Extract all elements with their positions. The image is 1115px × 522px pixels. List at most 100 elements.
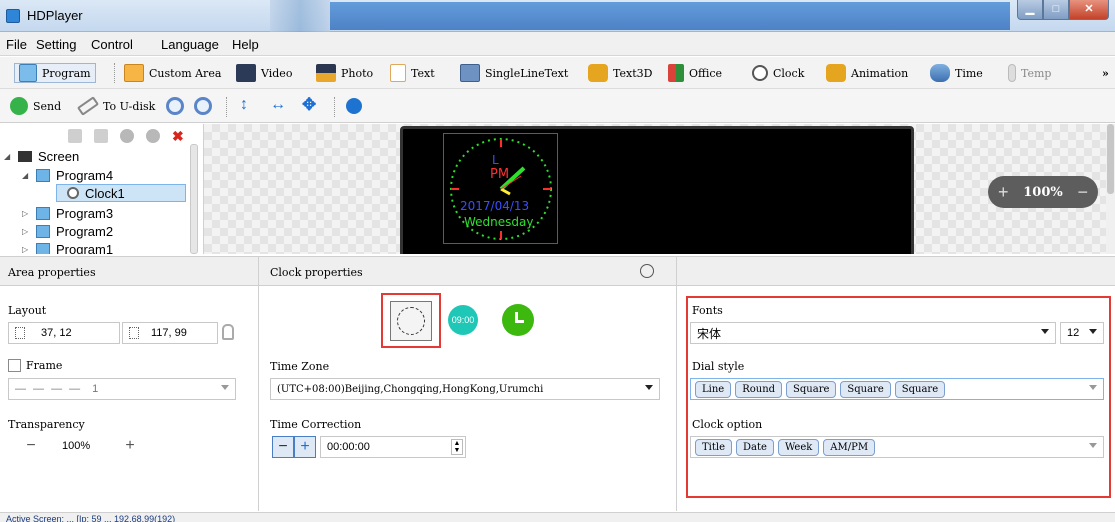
tree-item-program2[interactable]: ▷ Program2 [22,222,113,240]
dial-style-tag[interactable]: Square [894,380,946,398]
copy-icon[interactable] [68,129,82,143]
animation-icon [826,64,846,82]
program-tree: ✖ ◢ Screen ◢ Program4 Clock1 ▷ Program3 … [0,124,204,254]
send-button[interactable]: Send [10,96,61,116]
size-field[interactable]: 117, 99 [122,322,218,344]
to-udisk-button[interactable]: To U-disk [76,96,155,116]
time-correction-plus-button[interactable]: + [294,436,316,458]
video-button[interactable]: Video [236,63,292,83]
program-button[interactable]: Program [14,63,96,83]
more-tools-button[interactable]: » [1102,63,1109,83]
thermometer-icon [1008,64,1016,82]
fit-width-icon[interactable]: ↔ [270,96,286,114]
single-line-text-icon [460,64,480,82]
animation-button[interactable]: Animation [826,63,908,83]
size-icon [129,327,139,339]
clock-settings-icon[interactable] [640,264,654,278]
transparency-increase-button[interactable]: + [119,436,141,458]
clock-option-tag[interactable]: Date [736,438,774,456]
dial-style-dropdown[interactable]: Line Round Square Square Square [690,378,1104,400]
position-field[interactable]: 37, 12 [8,322,120,344]
zoom-in-icon[interactable] [166,97,184,115]
clock-area[interactable]: L PM 2017/04/13 Wednesday [443,133,558,244]
tree-item-program1[interactable]: ▷ Program1 [22,240,113,254]
dial-style-tag[interactable]: Square [786,380,837,398]
screen-icon [18,150,32,162]
fit-height-icon[interactable]: ↕ [240,96,248,114]
maximize-button[interactable]: □ [1043,0,1069,20]
move-down-icon[interactable] [146,129,160,143]
office-button[interactable]: Office [668,63,722,83]
dial-style-tag[interactable]: Line [695,380,732,398]
zoom-out-icon[interactable] [194,97,212,115]
font-dropdown[interactable]: 宋体 [690,322,1056,344]
move-up-icon[interactable] [120,129,134,143]
toolbar-separator [114,63,115,83]
move-icon[interactable]: ✥ [302,95,316,115]
clock-option-tag[interactable]: Title [695,438,733,456]
close-button[interactable]: ✕ [1069,0,1109,20]
clock-button[interactable]: Clock [752,63,804,83]
led-screen-preview[interactable]: L PM 2017/04/13 Wednesday [400,126,914,254]
temp-button[interactable]: Temp [1008,63,1051,83]
minimize-button[interactable]: ▁ [1017,0,1043,20]
dropdown-arrow-icon [1041,329,1049,334]
clock-option-tag[interactable]: Week [777,438,820,456]
paste-icon[interactable] [94,129,108,143]
time-correction-input[interactable]: 00:00:00 ▲ ▼ [320,436,466,458]
time-correction-label: Time Correction [270,418,362,431]
frame-checkbox[interactable] [8,359,21,372]
clock-icon [752,65,768,81]
panel-divider [676,256,677,511]
tree-item-program3[interactable]: ▷ Program3 [22,204,113,222]
font-size-dropdown[interactable]: 12 [1060,322,1104,344]
scrollbar-thumb[interactable] [1107,124,1114,194]
photo-button[interactable]: Photo [316,63,373,83]
frame-dropdown[interactable]: — — — — 1 [8,378,236,400]
time-correction-minus-button[interactable]: − [272,436,294,458]
menu-control[interactable]: Control [91,37,133,52]
tree-item-program4[interactable]: ◢ Program4 [22,166,113,184]
program-icon [19,64,37,82]
text3d-icon [588,64,608,82]
zoom-control: + 100% − [988,176,1098,208]
menu-language[interactable]: Language [161,37,219,52]
menu-help[interactable]: Help [232,37,259,52]
text-button[interactable]: Text [390,63,435,83]
tree-item-clock1[interactable]: Clock1 [56,184,186,202]
time-zone-dropdown[interactable]: (UTC+08:00)Beijing,Chongqing,HongKong,Ur… [270,378,660,400]
lock-icon[interactable] [222,324,234,340]
simple-clock-type-button[interactable] [502,304,534,336]
transparency-value[interactable]: 100% [62,440,90,452]
dial-style-tag[interactable]: Round [735,380,783,398]
tree-item-screen[interactable]: ◢ Screen [4,147,79,165]
delete-icon[interactable]: ✖ [172,129,184,145]
text3d-button[interactable]: Text3D [588,63,652,83]
dropdown-arrow-icon [221,385,229,390]
tree-scrollbar[interactable] [190,144,198,254]
menu-setting[interactable]: Setting [36,37,76,52]
office-icon [668,64,684,82]
frame-label: Frame [26,359,63,372]
play-icon[interactable] [346,98,362,114]
time-button[interactable]: Time [930,63,983,83]
menu-file[interactable]: File [6,37,27,52]
clock-properties-title: Clock properties [270,266,363,279]
custom-area-button[interactable]: Custom Area [124,63,221,83]
zoom-in-button[interactable]: + [998,182,1009,203]
preview-canvas[interactable]: L PM 2017/04/13 Wednesday + 100% − [204,124,1115,254]
zoom-out-button[interactable]: − [1077,182,1088,203]
clock-ampm-text: PM [490,167,509,182]
toolbar-separator [226,97,227,117]
panel-divider [258,256,259,511]
canvas-scrollbar[interactable] [1106,124,1115,254]
transparency-decrease-button[interactable]: − [20,436,42,458]
zoom-level: 100% [1023,184,1063,200]
dial-style-tag[interactable]: Square [840,380,891,398]
clock-option-dropdown[interactable]: Title Date Week AM/PM [690,436,1104,458]
analog-clock-type-button[interactable] [390,301,432,341]
single-line-text-button[interactable]: SingleLineText [460,63,568,83]
digital-clock-type-button[interactable]: 09:00 [448,305,478,335]
clock-option-tag[interactable]: AM/PM [823,438,876,456]
spinner-icon[interactable]: ▲ ▼ [451,439,463,455]
